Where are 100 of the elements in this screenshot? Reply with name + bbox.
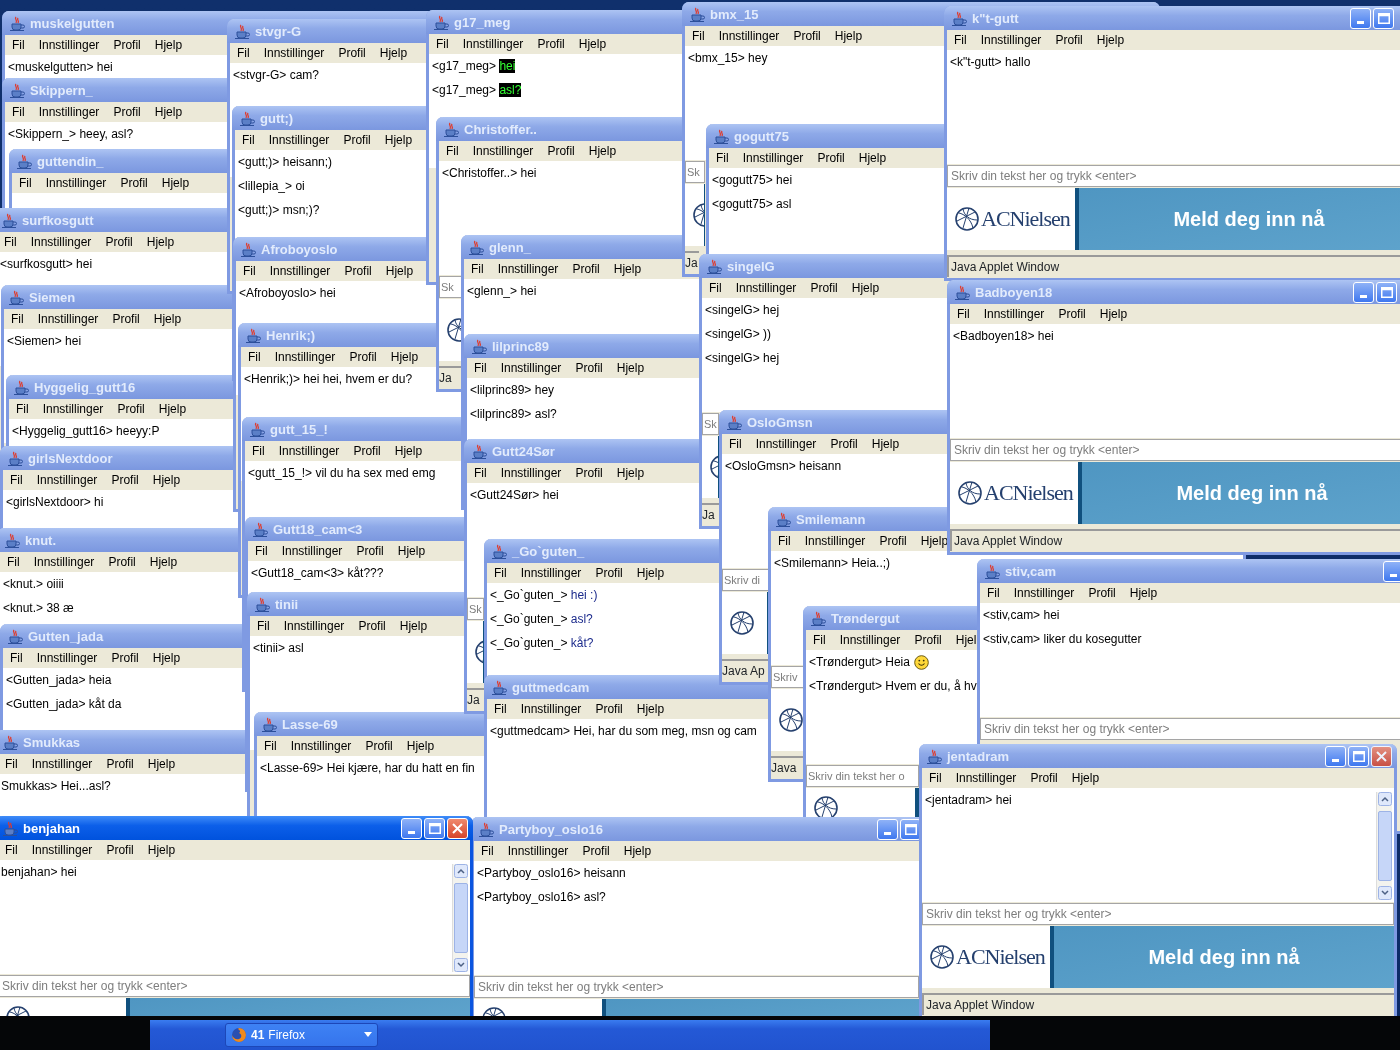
menu-item[interactable]: Innstillinger	[37, 310, 99, 328]
menu-item[interactable]: Fil	[474, 464, 487, 482]
menu-item[interactable]: Hjelp	[154, 36, 183, 54]
menu-item[interactable]: Profil	[810, 279, 838, 297]
menu-item[interactable]: Innstillinger	[735, 279, 797, 297]
menu-item[interactable]: Fil	[4, 233, 17, 251]
menu-item[interactable]: Fil	[252, 442, 265, 460]
menu-item[interactable]: Profil	[547, 142, 575, 160]
menu-item[interactable]: Fil	[11, 310, 24, 328]
menu-item[interactable]: Innstillinger	[38, 103, 100, 121]
menu-item[interactable]: Hjelp	[161, 174, 190, 192]
menu-item[interactable]: Fil	[813, 631, 826, 649]
message-input[interactable]: Skriv din tekst her o	[806, 765, 919, 787]
menu-item[interactable]: Hjelp	[152, 471, 181, 489]
menu-item[interactable]: Profil	[575, 359, 603, 377]
menu-item[interactable]: Hjelp	[1099, 305, 1128, 323]
menu-item[interactable]: Fil	[264, 737, 277, 755]
menu-item[interactable]: Innstillinger	[268, 131, 330, 149]
menu-item[interactable]: Profil	[111, 471, 139, 489]
message-input[interactable]: Sk	[685, 161, 705, 183]
menu-item[interactable]: Fil	[7, 553, 20, 571]
menu-item[interactable]: Hjelp	[920, 532, 949, 550]
menu-item[interactable]: Hjelp	[613, 260, 642, 278]
menu-item[interactable]: Profil	[113, 103, 141, 121]
menu-item[interactable]: Innstillinger	[38, 36, 100, 54]
menu-item[interactable]: Profil	[595, 700, 623, 718]
menu-item[interactable]: Innstillinger	[462, 35, 524, 53]
menu-item[interactable]: Innstillinger	[33, 553, 95, 571]
menu-item[interactable]: Profil	[793, 27, 821, 45]
menu-item[interactable]: Fil	[10, 471, 23, 489]
menu-item[interactable]: Profil	[879, 532, 907, 550]
menu-item[interactable]: Profil	[575, 464, 603, 482]
menu-item[interactable]: Hjelp	[616, 359, 645, 377]
menu-item[interactable]: Profil	[113, 36, 141, 54]
menu-item[interactable]: Profil	[830, 435, 858, 453]
menu-item[interactable]: Profil	[1058, 305, 1086, 323]
menu-item[interactable]: Profil	[572, 260, 600, 278]
menu-item[interactable]: Profil	[117, 400, 145, 418]
menu-item[interactable]: Fil	[481, 842, 494, 860]
menu-item[interactable]: Innstillinger	[520, 564, 582, 582]
menu-item[interactable]: Profil	[595, 564, 623, 582]
menu-item[interactable]: Fil	[255, 542, 268, 560]
menu-item[interactable]: Hjelp	[1096, 31, 1125, 49]
menu-item[interactable]: Profil	[817, 149, 845, 167]
menu-item[interactable]: Innstillinger	[955, 769, 1017, 787]
menu-item[interactable]: Fil	[248, 348, 261, 366]
message-input[interactable]: Skriv di	[722, 569, 771, 591]
menu-item[interactable]: Hjel	[955, 631, 977, 649]
menu-item[interactable]: Innstillinger	[500, 359, 562, 377]
menu-item[interactable]: Innstillinger	[980, 31, 1042, 49]
menu-item[interactable]: Fil	[954, 31, 967, 49]
menu-item[interactable]: Innstillinger	[507, 842, 569, 860]
menu-item[interactable]: Profil	[349, 348, 377, 366]
menu-item[interactable]: Innstillinger	[278, 442, 340, 460]
message-input[interactable]: Skriv din tekst her og trykk <enter>	[950, 439, 1400, 461]
menu-item[interactable]: Fil	[237, 44, 250, 62]
menu-item[interactable]: Profil	[338, 44, 366, 62]
menu-item[interactable]: Hjelp	[406, 737, 435, 755]
menu-item[interactable]: Hjelp	[390, 348, 419, 366]
menu-item[interactable]: Profil	[1088, 584, 1116, 602]
menu-item[interactable]: Fil	[494, 700, 507, 718]
menu-item[interactable]: Hjelp	[147, 755, 176, 773]
menu-item[interactable]: Profil	[356, 542, 384, 560]
menu-item[interactable]: Fil	[494, 564, 507, 582]
menu-item[interactable]: Innstillinger	[269, 262, 331, 280]
menu-item[interactable]: Hjelp	[149, 553, 178, 571]
menu-item[interactable]: Innstillinger	[45, 174, 107, 192]
menu-item[interactable]: Hjelp	[399, 617, 428, 635]
menu-item[interactable]: Profil	[582, 842, 610, 860]
menu-item[interactable]: Fil	[10, 649, 23, 667]
menu-item[interactable]: Fil	[729, 435, 742, 453]
message-input[interactable]: Skriv din tekst her og trykk <enter>	[980, 718, 1400, 740]
menu-item[interactable]: Hjelp	[154, 103, 183, 121]
menu-item[interactable]: Fil	[987, 584, 1000, 602]
menu-item[interactable]: Hjelp	[152, 649, 181, 667]
menu-item[interactable]: Hjelp	[858, 149, 887, 167]
menu-item[interactable]: Fil	[12, 103, 25, 121]
menu-item[interactable]: Profil	[112, 310, 140, 328]
menu-item[interactable]: Hjelp	[158, 400, 187, 418]
menu-item[interactable]: Innstillinger	[500, 464, 562, 482]
menu-item[interactable]: Innstillinger	[263, 44, 325, 62]
menu-item[interactable]: Fil	[929, 769, 942, 787]
menu-item[interactable]: Innstillinger	[839, 631, 901, 649]
menu-item[interactable]: Hjelp	[384, 131, 413, 149]
taskbar-button[interactable]: 41 Firefox	[225, 1023, 378, 1047]
menu-item[interactable]: Hjelp	[1071, 769, 1100, 787]
menu-item[interactable]: Hjelp	[851, 279, 880, 297]
menu-item[interactable]: Profil	[344, 262, 372, 280]
menu-item[interactable]: Hjelp	[1129, 584, 1158, 602]
menu-item[interactable]: Fil	[957, 305, 970, 323]
menu-item[interactable]: Profil	[1030, 769, 1058, 787]
menu-item[interactable]: Innstillinger	[1013, 584, 1075, 602]
menu-item[interactable]: Profil	[353, 442, 381, 460]
menu-item[interactable]: Hjelp	[636, 564, 665, 582]
message-input[interactable]: Sk	[467, 598, 484, 620]
menu-item[interactable]: Profil	[120, 174, 148, 192]
menu-item[interactable]: Profil	[108, 553, 136, 571]
menu-item[interactable]: Fil	[471, 260, 484, 278]
menu-item[interactable]: Hjelp	[146, 233, 175, 251]
menu-item[interactable]: Innstillinger	[283, 617, 345, 635]
